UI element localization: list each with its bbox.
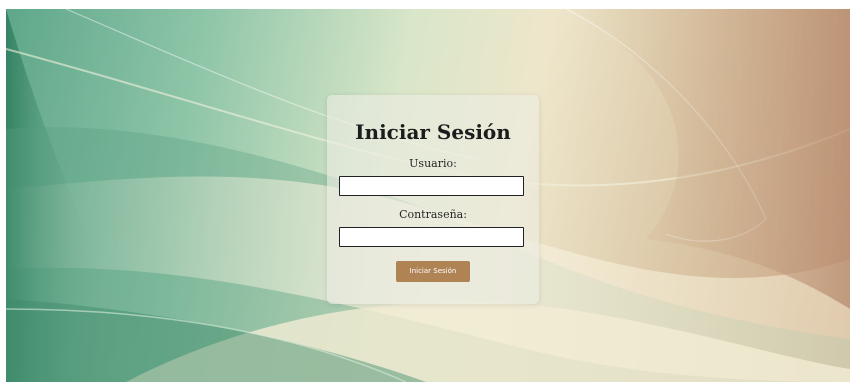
username-label: Usuario: [409,157,457,170]
page-viewport: Iniciar Sesión Usuario: Contraseña: Inic… [6,9,850,382]
password-input[interactable] [339,227,524,247]
password-label: Contraseña: [399,208,467,221]
login-submit-button[interactable]: Iniciar Sesión [396,261,470,282]
login-title: Iniciar Sesión [355,120,511,144]
username-input[interactable] [339,176,524,196]
login-card: Iniciar Sesión Usuario: Contraseña: Inic… [327,95,539,304]
